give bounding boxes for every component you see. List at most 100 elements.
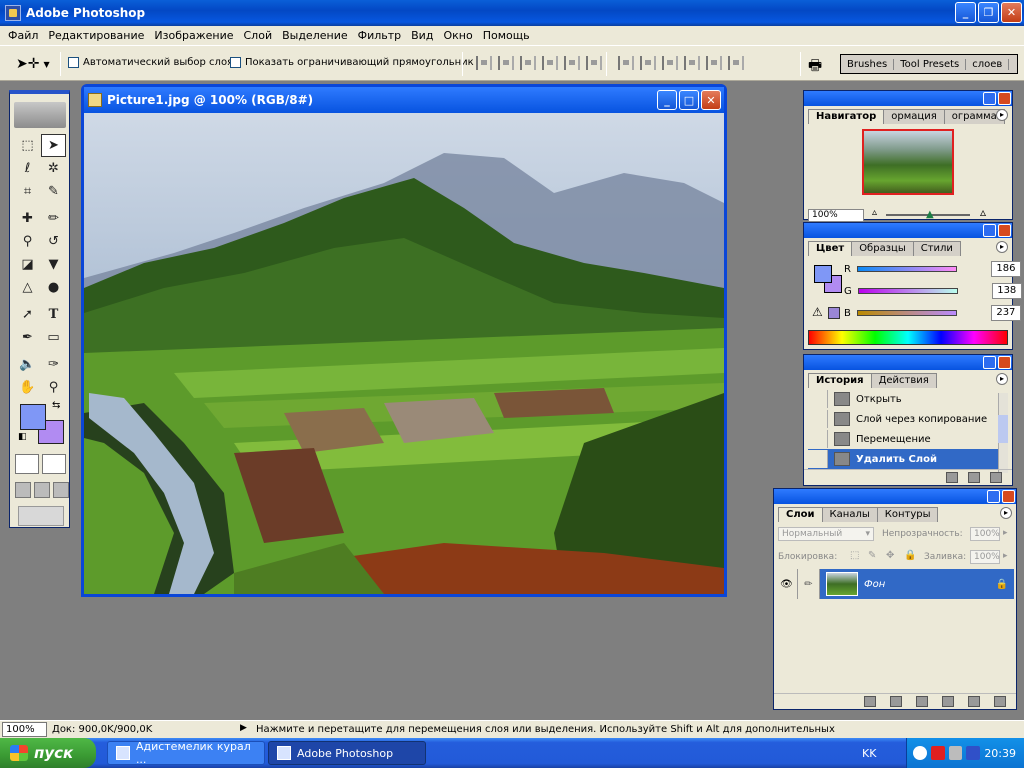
history-scroll-thumb[interactable] [998, 415, 1008, 443]
start-button[interactable]: пуск [0, 738, 96, 768]
palette-well-tab-tool-presets[interactable]: Tool Presets [894, 58, 967, 70]
gamut-color-chip[interactable] [828, 307, 840, 319]
tab-layers[interactable]: Слои [778, 507, 823, 522]
layer-row[interactable]: 👁 ✏ Фон 🔒 [776, 569, 1014, 599]
swap-colors-icon[interactable]: ⇆ [52, 400, 60, 411]
slider-knob-icon[interactable]: ▲ [926, 209, 934, 220]
palette-well-tab-layer-comps[interactable]: слоев [966, 58, 1010, 70]
type-tool-icon[interactable]: T [41, 303, 66, 326]
panel-minimize-icon[interactable] [987, 490, 1000, 503]
volume-icon[interactable] [966, 746, 981, 760]
pen-tool-icon[interactable]: ✒ [15, 326, 40, 349]
delete-state-icon[interactable] [990, 472, 1002, 483]
panel-minimize-icon[interactable] [983, 356, 996, 369]
menu-view[interactable]: Вид [406, 29, 438, 42]
distribute-right-icon[interactable] [728, 56, 744, 70]
screen-mode-menu-icon[interactable] [34, 482, 50, 498]
blur-tool-icon[interactable]: △ [15, 276, 40, 299]
clone-stamp-icon[interactable]: ⚲ [15, 230, 40, 253]
screen-mode-full-icon[interactable] [53, 482, 69, 498]
layer-style-icon[interactable] [864, 696, 876, 707]
color-slider-g[interactable]: G 138 [844, 283, 1022, 299]
zoom-out-icon[interactable]: ▵ [872, 207, 877, 218]
tab-paths[interactable]: Контуры [876, 507, 939, 522]
menu-filter[interactable]: Фильтр [353, 29, 407, 42]
tab-navigator[interactable]: Навигатор [808, 109, 885, 124]
menu-edit[interactable]: Редактирование [43, 29, 149, 42]
panel-menu-arrow-icon[interactable]: ▸ [996, 109, 1008, 121]
channel-value-field[interactable]: 237 [990, 305, 1021, 321]
new-document-from-state-icon[interactable] [946, 472, 958, 483]
magic-wand-tool-icon[interactable]: ✲ [41, 157, 66, 180]
screen-mode-standard-icon[interactable] [15, 482, 31, 498]
dodge-tool-icon[interactable]: ● [41, 276, 66, 299]
menu-help[interactable]: Помощь [478, 29, 535, 42]
menu-window[interactable]: Окно [438, 29, 477, 42]
paint-bucket-icon[interactable]: ▼ [41, 253, 66, 276]
panel-menu-arrow-icon[interactable]: ▸ [1000, 507, 1012, 519]
feather-logo-icon[interactable] [14, 102, 66, 128]
eyedropper-tool-icon[interactable]: ✑ [41, 353, 66, 376]
add-mask-icon[interactable] [890, 696, 902, 707]
navigator-zoom-field[interactable]: 100% [808, 209, 864, 222]
tab-styles[interactable]: Стили [912, 241, 961, 256]
menu-file[interactable]: Файл [3, 29, 43, 42]
tool-preset-picker[interactable]: ➤✛ ▼ [16, 54, 50, 74]
document-title-bar[interactable]: Picture1.jpg @ 100% (RGB/8#) [84, 87, 724, 113]
healing-brush-icon[interactable]: ✚ [15, 207, 40, 230]
panel-close-icon[interactable] [1002, 490, 1015, 503]
move-tool-icon[interactable]: ➤ [41, 134, 66, 157]
history-brush-icon[interactable]: ↺ [41, 230, 66, 253]
panel-menu-arrow-icon[interactable]: ▸ [996, 373, 1008, 385]
show-bounds-checkbox[interactable]: Показать ограничивающий прямоугольник [230, 57, 474, 68]
clock[interactable]: 20:39 [984, 747, 1024, 760]
close-button[interactable]: ✕ [1001, 2, 1022, 23]
marquee-tool-icon[interactable]: ⬚ [15, 134, 40, 157]
panel-close-icon[interactable] [998, 224, 1011, 237]
eraser-tool-icon[interactable]: ◪ [15, 253, 40, 276]
file-browser-icon[interactable]: 🖶 [808, 55, 822, 80]
chevron-right-icon[interactable]: ▸ [1003, 551, 1008, 561]
channel-value-field[interactable]: 138 [991, 283, 1022, 299]
color-slider-r[interactable]: R 186 [844, 261, 1021, 277]
tab-color[interactable]: Цвет [808, 241, 853, 256]
notes-tool-icon[interactable]: 🔈 [15, 353, 40, 376]
eye-icon[interactable]: 👁 [776, 569, 798, 599]
minimize-button[interactable]: _ [955, 2, 976, 23]
auto-select-checkbox[interactable]: Автоматический выбор слоя [68, 57, 233, 68]
tray-arrow-icon[interactable] [913, 746, 927, 760]
history-item[interactable]: Слой через копирование [808, 409, 1000, 429]
doc-maximize-button[interactable]: □ [679, 90, 699, 110]
network-icon[interactable] [948, 746, 963, 760]
channel-value-field[interactable]: 186 [990, 261, 1021, 277]
color-fg-swatch[interactable] [814, 265, 832, 283]
menu-layer[interactable]: Слой [239, 29, 278, 42]
history-item[interactable]: Открыть [808, 389, 1000, 409]
taskbar-item-word[interactable]: Адистемелик курал ... [107, 740, 265, 766]
align-right-icon[interactable] [586, 56, 602, 70]
panel-close-icon[interactable] [998, 92, 1011, 105]
color-spectrum-bar[interactable] [808, 330, 1008, 345]
panel-minimize-icon[interactable] [983, 224, 996, 237]
lock-position-icon[interactable]: ✥ [886, 550, 894, 561]
adjustment-layer-icon[interactable] [942, 696, 954, 707]
lock-transparency-icon[interactable]: ⬚ [850, 550, 859, 561]
distribute-hcenter-icon[interactable] [706, 56, 722, 70]
zoom-tool-icon[interactable]: ⚲ [41, 376, 66, 399]
antivirus-icon[interactable] [930, 746, 945, 760]
distribute-vcenter-icon[interactable] [640, 56, 656, 70]
new-group-icon[interactable] [916, 696, 928, 707]
menu-select[interactable]: Выделение [277, 29, 353, 42]
fill-field[interactable]: 100% [970, 550, 1000, 564]
rectangle-tool-icon[interactable]: ▭ [41, 326, 66, 349]
tab-channels[interactable]: Каналы [821, 507, 878, 522]
gamut-warning-icon[interactable]: ⚠ [812, 305, 823, 319]
tab-history[interactable]: История [808, 373, 872, 388]
default-colors-icon[interactable]: ◧ [18, 432, 27, 442]
tab-actions[interactable]: Действия [870, 373, 937, 388]
align-bottom-icon[interactable] [520, 56, 536, 70]
panel-close-icon[interactable] [998, 356, 1011, 369]
jump-to-imageready-icon[interactable] [18, 506, 64, 526]
history-item-selected[interactable]: Удалить Слой [808, 449, 1000, 469]
standard-mode-icon[interactable] [15, 454, 39, 474]
